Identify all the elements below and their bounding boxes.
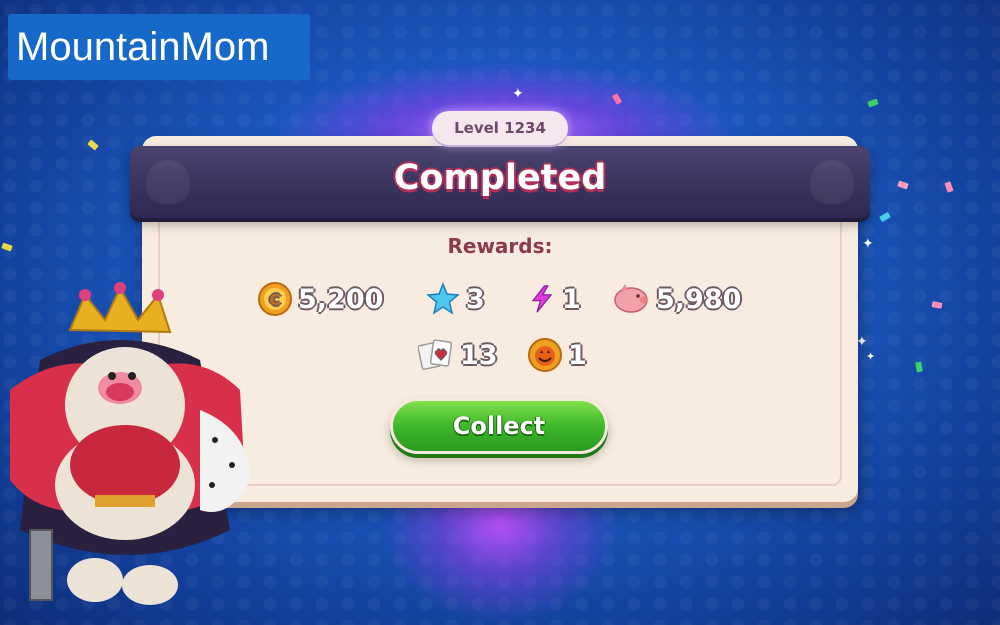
title-banner: Completed bbox=[130, 146, 870, 218]
reward-cards-value: 13 bbox=[460, 339, 498, 371]
svg-text:C: C bbox=[269, 291, 280, 309]
reward-coins-value: 5,200 bbox=[298, 283, 384, 315]
reward-lightning-value: 1 bbox=[562, 283, 581, 315]
sparkle-icon: ✦ bbox=[866, 350, 876, 363]
rewards-heading: Rewards: bbox=[447, 234, 553, 258]
reward-pumpkin-coin: 1 bbox=[528, 338, 587, 372]
sparkle-icon: ✦ bbox=[512, 86, 524, 102]
reward-stars-value: 3 bbox=[466, 283, 485, 315]
reward-stars: 3 bbox=[426, 282, 485, 316]
star-icon bbox=[426, 282, 460, 315]
piggy-bank-icon bbox=[614, 284, 648, 313]
level-badge: Level 1234 bbox=[432, 111, 568, 145]
king-character-icon bbox=[10, 282, 250, 605]
creator-watermark: MountainMom bbox=[8, 14, 310, 80]
reward-cards: ♥ 13 bbox=[418, 338, 498, 372]
reward-piggy-bank: 5,980 bbox=[612, 282, 741, 316]
pumpkin-coin-icon bbox=[528, 338, 562, 372]
cards-icon: ♥ bbox=[418, 339, 453, 370]
reward-coins: C 5,200 bbox=[258, 282, 383, 316]
svg-text:♥: ♥ bbox=[436, 348, 447, 362]
dialog-title: Completed bbox=[393, 158, 607, 198]
reward-pumpkin-coin-value: 1 bbox=[568, 339, 587, 371]
reward-piggy-bank-value: 5,980 bbox=[656, 283, 742, 315]
lightning-icon bbox=[531, 285, 553, 313]
reward-lightning: 1 bbox=[528, 282, 581, 316]
gold-coin-icon: C bbox=[258, 282, 292, 316]
collect-button[interactable]: Collect bbox=[390, 398, 608, 454]
